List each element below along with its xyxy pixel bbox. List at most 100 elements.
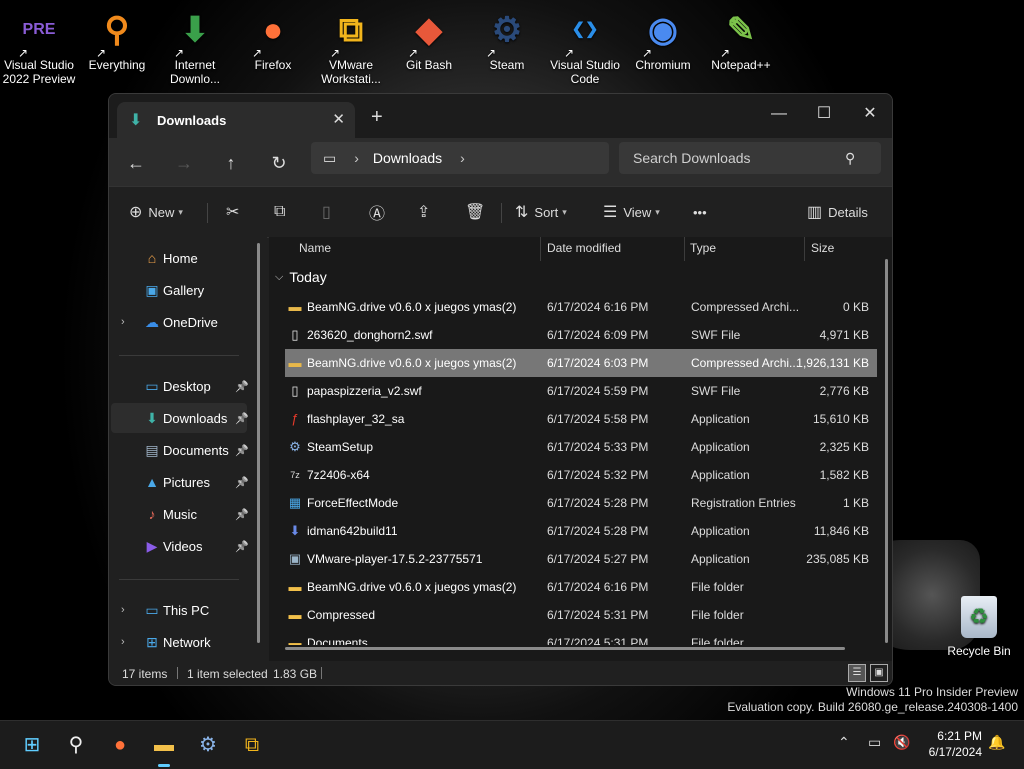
close-window-button[interactable]: ✕ (850, 100, 890, 128)
file-row[interactable]: ▦ ForceEffectMode 6/17/2024 5:28 PM Registr… (285, 489, 877, 517)
share-button[interactable]: ⇪ (417, 199, 436, 225)
column-header-size[interactable]: Size (811, 241, 834, 255)
rename-button[interactable]: Ⓐ (369, 199, 391, 225)
cut-button[interactable]: ✂ (226, 199, 245, 225)
sidebar-item-this-pc[interactable]: › ▭ This PC (111, 595, 247, 625)
file-row[interactable]: ⚙ SteamSetup 6/17/2024 5:33 PM Application 2… (285, 433, 877, 461)
file-row[interactable]: ▬ BeamNG.drive v0.6.0 x juegos ymas(2) 6/1… (285, 573, 877, 601)
sidebar-item-music[interactable]: ♪ Music 📌 (111, 499, 249, 529)
pin-icon: 📌 (235, 380, 249, 393)
chevron-right-icon[interactable]: › (121, 604, 125, 616)
forward-arrow-icon[interactable]: → (169, 148, 199, 178)
search-icon[interactable]: ⚲ (60, 729, 92, 761)
new-tab-button[interactable]: + (371, 106, 383, 129)
paste-button[interactable]: ▯ (322, 199, 337, 225)
navigation-bar: ← → ↑ ↻ ▭ › Downloads › ⚲ (109, 138, 892, 186)
chevron-up-icon[interactable]: ⌃ (838, 734, 850, 751)
tab-downloads[interactable]: ⬇ Downloads ✕ (117, 102, 355, 138)
file-row[interactable]: ▣ VMware-player-17.5.2-23775571 6/17/2024 … (285, 545, 877, 573)
file-type: Application (691, 524, 750, 538)
column-divider[interactable] (804, 237, 805, 261)
sidebar-item-pictures[interactable]: ▲ Pictures 📌 (111, 467, 249, 497)
desktop-shortcut[interactable]: ⚙ ↗ Steam (468, 6, 546, 72)
search-box[interactable]: ⚲ (619, 142, 881, 174)
sidebar-item-desktop[interactable]: ▭ Desktop 📌 (111, 371, 249, 401)
sidebar-item-onedrive[interactable]: › ☁ OneDrive (111, 307, 247, 337)
tiles-view-icon[interactable]: ▣ (870, 664, 888, 682)
desktop-shortcut[interactable]: ● ↗ Firefox (234, 6, 312, 72)
details-pane-button[interactable]: ▥ Details (807, 199, 868, 225)
taskbar-steam-icon[interactable]: ⚙ (192, 729, 224, 761)
shortcut-arrow-icon: ↗ (408, 46, 419, 60)
column-header-name[interactable]: Name (299, 241, 331, 255)
address-bar[interactable]: ▭ › Downloads › (311, 142, 609, 174)
file-date-modified: 6/17/2024 6:03 PM (547, 356, 649, 370)
desktop-shortcut[interactable]: ❮❯ ↗ Visual Studio Code (546, 6, 624, 87)
taskbar-vmware-icon[interactable]: ⧉ (236, 729, 268, 761)
chevron-right-icon[interactable]: › (354, 150, 359, 166)
more-options-button[interactable]: ••• (693, 199, 707, 225)
chevron-right-icon[interactable]: › (460, 150, 465, 166)
sidebar-item-downloads[interactable]: ⬇ Downloads 📌 (111, 403, 249, 433)
delete-button[interactable]: 🗑 (465, 199, 491, 225)
column-divider[interactable] (540, 237, 541, 261)
breadcrumb-downloads[interactable]: Downloads (373, 150, 442, 166)
search-input[interactable] (631, 149, 845, 167)
file-row[interactable]: 7z 7z2406-x64 6/17/2024 5:32 PM Application… (285, 461, 877, 489)
navigation-pane: ⌂ Home ▣ Gallery › ☁ OneDrive ▭ Desktop 📌 ⬇ Downloa… (109, 237, 267, 661)
up-arrow-icon[interactable]: ↑ (216, 148, 246, 178)
maximize-button[interactable]: ☐ (804, 100, 844, 128)
new-button[interactable]: ⊕ New ▾ (129, 199, 183, 225)
sidebar-item-network[interactable]: › ⊞ Network (111, 627, 247, 657)
back-arrow-icon[interactable]: ← (121, 148, 151, 178)
watermark-line-1: Windows 11 Pro Insider Preview (846, 685, 1018, 699)
column-divider[interactable] (684, 237, 685, 261)
horizontal-scrollbar[interactable] (285, 647, 845, 650)
taskbar-file-explorer-icon[interactable]: ▬ (148, 729, 180, 767)
sidebar-item-gallery[interactable]: ▣ Gallery (111, 275, 247, 305)
file-row[interactable]: ▯ papaspizzeria_v2.swf 6/17/2024 5:59 PM SW… (285, 377, 877, 405)
network-status-icon[interactable]: ▭ (868, 734, 881, 751)
file-size: 4,971 KB (819, 328, 869, 342)
refresh-icon[interactable]: ↻ (264, 148, 294, 178)
sidebar-scrollbar[interactable] (257, 243, 260, 643)
sidebar-item-videos[interactable]: ▶ Videos 📌 (111, 531, 249, 561)
sidebar-item-home[interactable]: ⌂ Home (111, 243, 247, 273)
group-header-today[interactable]: ⌵ Today (275, 269, 327, 285)
file-row[interactable]: ƒ flashplayer_32_sa 6/17/2024 5:58 PM Appli… (285, 405, 877, 433)
taskbar-firefox-icon[interactable]: ● (104, 729, 136, 761)
chevron-right-icon[interactable]: › (121, 316, 125, 328)
file-row[interactable]: ▬ Documents 6/17/2024 5:31 PM File folder (285, 629, 877, 645)
notification-bell-icon[interactable]: 🔔 (988, 734, 1005, 751)
vertical-scrollbar[interactable] (885, 259, 888, 643)
file-row[interactable]: ▬ Compressed 6/17/2024 5:31 PM File folder (285, 601, 877, 629)
system-clock[interactable]: 6:21 PM 6/17/2024 (929, 728, 982, 760)
file-row[interactable]: ⬇ idman642build11 6/17/2024 5:28 PM Applica… (285, 517, 877, 545)
file-row[interactable]: ▯ 263620_donghorn2.swf 6/17/2024 6:09 PM SW… (285, 321, 877, 349)
sidebar-item-documents[interactable]: ▤ Documents 📌 (111, 435, 248, 465)
file-size: 1,926,131 KB (796, 356, 869, 370)
view-button[interactable]: ☰ View ▾ (603, 199, 660, 225)
copy-button[interactable]: ⧉ (274, 199, 291, 225)
start-button[interactable]: ⊞ (16, 729, 48, 761)
plus-circle-icon: ⊕ (129, 204, 143, 221)
recycle-bin-shortcut[interactable]: ♻ Recycle Bin (940, 596, 1018, 658)
sort-button[interactable]: ⇅ Sort ▾ (515, 199, 567, 225)
column-header-date[interactable]: Date modified (547, 241, 621, 255)
minimize-button[interactable]: — (759, 100, 799, 128)
file-row[interactable]: ▬ BeamNG.drive v0.6.0 x juegos ymas(2) 6/1… (285, 349, 877, 377)
details-view-icon[interactable]: ☰ (848, 664, 866, 682)
desktop-shortcut[interactable]: ⧉ ↗ VMware Workstati... (312, 6, 390, 86)
desktop-shortcut[interactable]: ⚲ ↗ Everything (78, 6, 156, 72)
desktop-shortcut[interactable]: ◆ ↗ Git Bash (390, 6, 468, 72)
close-tab-icon[interactable]: ✕ (332, 110, 345, 128)
volume-muted-icon[interactable]: 🔇 (893, 734, 910, 751)
desktop-shortcut[interactable]: ◉ ↗ Chromium (624, 6, 702, 72)
downloads-icon: ⬇ (146, 409, 158, 426)
column-header-type[interactable]: Type (690, 241, 716, 255)
chevron-right-icon[interactable]: › (121, 636, 125, 648)
desktop-shortcut[interactable]: ✎ ↗ Notepad++ (702, 6, 780, 72)
desktop-shortcut[interactable]: ⬇ ↗ Internet Downlo... (156, 6, 234, 86)
desktop-shortcut[interactable]: PRE ↗ Visual Studio 2022 Preview (0, 6, 78, 87)
file-row[interactable]: ▬ BeamNG.drive v0.6.0 x juegos ymas(2) 6/1… (285, 293, 877, 321)
